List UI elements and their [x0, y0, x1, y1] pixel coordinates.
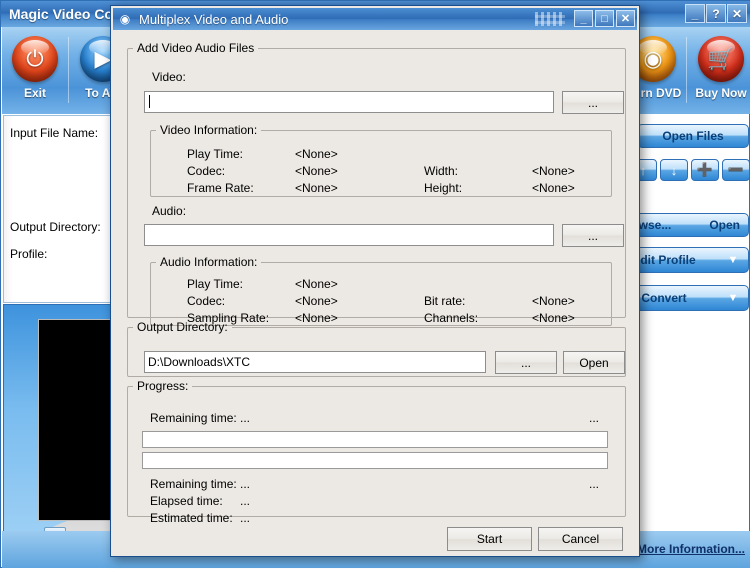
edit-profile-label: Edit Profile	[632, 253, 696, 267]
video-frame-rate-label: Frame Rate:	[187, 181, 254, 195]
video-codec-label: Codec:	[187, 164, 226, 178]
add-video-audio-files-group: Add Video Audio Files Video: ... Video I…	[127, 41, 626, 326]
convert-label: Convert	[641, 291, 687, 305]
multiplex-dialog: ◉ Multiplex Video and Audio _ □ ✕ Add Vi…	[110, 5, 640, 557]
remaining-time-top-right: ...	[589, 411, 600, 425]
video-information-legend: Video Information:	[160, 123, 258, 137]
output-browse-button[interactable]: ...	[495, 351, 557, 374]
open-button-label[interactable]: Open	[709, 218, 740, 232]
toolbar-separator-1	[68, 37, 69, 103]
cart-icon-glyph: 🛒	[707, 46, 735, 71]
dialog-titlebar: ◉ Multiplex Video and Audio _ □ ✕	[113, 8, 637, 30]
estimated-time-value: ...	[240, 511, 251, 525]
video-information-group: Video Information: Play Time: <None> Cod…	[150, 123, 612, 197]
open-files-button[interactable]: Open Files	[637, 124, 749, 148]
audio-information-legend: Audio Information:	[160, 255, 258, 269]
power-icon: ⏻	[12, 36, 58, 82]
video-preview-panel	[3, 304, 121, 566]
profile-label: Profile:	[10, 247, 48, 261]
remaining-time-label: Remaining time:	[150, 477, 237, 491]
audio-path-input[interactable]	[144, 224, 554, 246]
video-path-input[interactable]	[144, 91, 554, 113]
estimated-time-label: Estimated time:	[150, 511, 233, 525]
video-browse-button[interactable]: ...	[562, 91, 624, 114]
audio-bit-rate-value: <None>	[532, 294, 575, 308]
toolbar-button-exit[interactable]: ⏻ Exit	[4, 32, 66, 110]
add-files-legend: Add Video Audio Files	[137, 41, 255, 55]
output-directory-label: Output Directory:	[10, 220, 101, 234]
app-help-button[interactable]: ?	[706, 4, 726, 23]
progress-group: Progress: Remaining time: ... ... Remain…	[127, 379, 626, 525]
dialog-window-buttons: _ □ ✕	[574, 10, 635, 27]
toolbar-label-buy-now: Buy Now	[695, 86, 747, 100]
file-info-panel: Input File Name: Output Directory: Profi…	[3, 115, 121, 303]
add-file-button[interactable]: ➕	[691, 159, 719, 181]
elapsed-time-label: Elapsed time:	[150, 494, 223, 508]
move-down-button[interactable]: ↓	[660, 159, 688, 181]
text-caret	[149, 95, 150, 108]
video-frame-rate-value: <None>	[295, 181, 338, 195]
progress-bar-current	[142, 452, 608, 469]
toolbar-separator-2	[686, 37, 687, 103]
output-directory-legend: Output Directory:	[137, 320, 228, 334]
more-information-link[interactable]: More Information...	[637, 542, 745, 556]
elapsed-time-value: ...	[240, 494, 251, 508]
output-open-button[interactable]: Open	[563, 351, 625, 374]
audio-codec-label: Codec:	[187, 294, 226, 308]
dialog-maximize-button[interactable]: □	[595, 10, 614, 27]
chevron-down-icon-convert[interactable]: ▼	[718, 286, 748, 310]
output-directory-input[interactable]	[144, 351, 486, 373]
browse-open-button-group[interactable]: Browse... Open	[631, 213, 749, 237]
dialog-body: Add Video Audio Files Video: ... Video I…	[113, 30, 637, 554]
app-minimize-button[interactable]: _	[685, 4, 705, 23]
app-window-buttons: _ ? ✕	[685, 4, 747, 23]
cancel-button[interactable]: Cancel	[538, 527, 623, 551]
action-panel: Open Files ↑ ↓ ➕ ➖ Browse... Open Edit P…	[631, 115, 750, 569]
audio-codec-value: <None>	[295, 294, 338, 308]
remaining-time-value: ...	[240, 477, 251, 491]
video-label: Video:	[152, 70, 186, 84]
remove-file-button[interactable]: ➖	[722, 159, 750, 181]
video-height-label: Height:	[424, 181, 463, 195]
edit-profile-button[interactable]: Edit Profile ▼	[631, 247, 749, 273]
video-play-time-value: <None>	[295, 147, 338, 161]
audio-label: Audio:	[152, 204, 187, 218]
video-play-time-label: Play Time:	[187, 147, 244, 161]
audio-play-time-label: Play Time:	[187, 277, 244, 291]
video-width-label: Width:	[424, 164, 459, 178]
input-file-name-label: Input File Name:	[10, 126, 99, 140]
audio-play-time-value: <None>	[295, 277, 338, 291]
chevron-down-icon[interactable]: ▼	[718, 248, 748, 272]
audio-information-group: Audio Information: Play Time: <None> Cod…	[150, 255, 612, 326]
audio-bit-rate-label: Bit rate:	[424, 294, 466, 308]
output-directory-group: Output Directory: ... Open	[127, 320, 626, 377]
cart-icon: 🛒	[698, 36, 744, 82]
convert-button[interactable]: Convert ▼	[631, 285, 749, 311]
preview-screen	[38, 319, 120, 521]
app-close-button[interactable]: ✕	[727, 4, 747, 23]
remaining-time-top-value: ...	[240, 411, 251, 425]
audio-browse-button[interactable]: ...	[562, 224, 624, 247]
video-height-value: <None>	[532, 181, 575, 195]
dialog-close-button[interactable]: ✕	[616, 10, 635, 27]
dialog-title: Multiplex Video and Audio	[139, 11, 289, 27]
video-codec-value: <None>	[295, 164, 338, 178]
remaining-time-top-label: Remaining time:	[150, 411, 237, 425]
progress-legend: Progress:	[137, 379, 189, 393]
remaining-time-right: ...	[589, 477, 600, 491]
video-width-value: <None>	[532, 164, 575, 178]
progress-bar-total	[142, 431, 608, 448]
film-reel-icon: ◉	[119, 12, 131, 26]
toolbar-button-buy-now[interactable]: 🛒 Buy Now	[690, 32, 750, 110]
dialog-minimize-button[interactable]: _	[574, 10, 593, 27]
titlebar-dots-decoration	[535, 12, 565, 26]
power-icon-glyph: ⏻	[26, 46, 44, 71]
toolbar-label-exit: Exit	[23, 86, 46, 100]
start-button[interactable]: Start	[447, 527, 532, 551]
